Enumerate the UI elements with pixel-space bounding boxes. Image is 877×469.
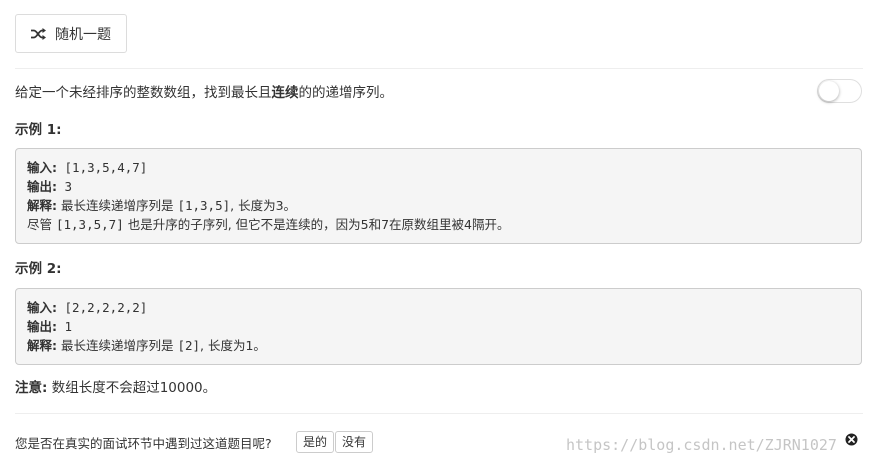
input-label: 输入: xyxy=(27,160,57,175)
desc-bold-text: 连续 xyxy=(271,85,299,101)
example-1-title: 示例 1: xyxy=(15,122,62,138)
desc-text-before: 给定一个未经排序的整数数组，找到最长且 xyxy=(15,85,272,101)
close-icon[interactable] xyxy=(845,433,858,446)
example-2-explain-line: 解释: 最长连续递增序列是 [2], 长度为1。 xyxy=(27,336,850,355)
no-button[interactable]: 没有 xyxy=(335,431,374,453)
example-2-input-line: 输入: [2,2,2,2,2] xyxy=(27,298,850,317)
note-text: 数组长度不会超过10000。 xyxy=(47,380,217,396)
interview-question-prompt: 您是否在真实的面试环节中遇到过这道题目呢? xyxy=(15,436,272,451)
explain-code: [1,3,5] xyxy=(177,198,231,213)
example-1-input-line: 输入: [1,3,5,4,7] xyxy=(27,158,850,177)
example-1-explain-line: 解释: 最长连续递增序列是 [1,3,5], 长度为3。 xyxy=(27,196,850,215)
shuffle-icon xyxy=(31,27,46,40)
toggle-switch[interactable] xyxy=(817,79,862,103)
example-2-output-line: 输出: 1 xyxy=(27,317,850,336)
explain-text: 最长连续递增序列是 xyxy=(57,338,178,353)
output-value: 1 xyxy=(57,319,73,334)
divider xyxy=(15,68,863,69)
output-label: 输出: xyxy=(27,179,57,194)
example-1-output-line: 输出: 3 xyxy=(27,177,850,196)
note-label: 注意: xyxy=(15,380,48,396)
explain-label: 解释: xyxy=(27,338,57,353)
explain-code: [2] xyxy=(177,338,201,353)
random-question-button[interactable]: 随机一题 xyxy=(15,14,127,53)
note: 注意: 数组长度不会超过10000。 xyxy=(15,376,216,396)
yes-button[interactable]: 是的 xyxy=(296,431,335,453)
problem-description: 给定一个未经排序的整数数组，找到最长且连续的的递增序列。 xyxy=(15,81,393,101)
example-1-extra-line: 尽管 [1,3,5,7] 也是升序的子序列, 但它不是连续的，因为5和7在原数组… xyxy=(27,215,850,234)
input-value: [2,2,2,2,2] xyxy=(57,300,148,315)
explain-label: 解释: xyxy=(27,198,57,213)
explain-text: 最长连续递增序列是 xyxy=(57,198,178,213)
output-value: 3 xyxy=(57,179,73,194)
divider xyxy=(15,413,863,414)
input-label: 输入: xyxy=(27,300,57,315)
example-2-block: 输入: [2,2,2,2,2] 输出: 1 解释: 最长连续递增序列是 [2],… xyxy=(15,288,862,365)
example-2-title: 示例 2: xyxy=(15,261,62,277)
extra-code: [1,3,5,7] xyxy=(55,217,124,232)
random-button-label: 随机一题 xyxy=(55,26,111,43)
desc-text-after: 的的递增序列。 xyxy=(298,85,394,101)
watermark: https://blog.csdn.net/ZJRN1027 xyxy=(566,436,837,454)
output-label: 输出: xyxy=(27,319,57,334)
example-1-block: 输入: [1,3,5,4,7] 输出: 3 解释: 最长连续递增序列是 [1,3… xyxy=(15,148,862,244)
input-value: [1,3,5,4,7] xyxy=(57,160,148,175)
extra-text-end: 也是升序的子序列, 但它不是连续的，因为5和7在原数组里被4隔开。 xyxy=(123,217,510,232)
toggle-knob xyxy=(819,81,839,101)
explain-text-end: , 长度为3。 xyxy=(230,198,297,213)
explain-text-end: , 长度为1。 xyxy=(200,338,266,353)
extra-text: 尽管 xyxy=(27,217,56,232)
